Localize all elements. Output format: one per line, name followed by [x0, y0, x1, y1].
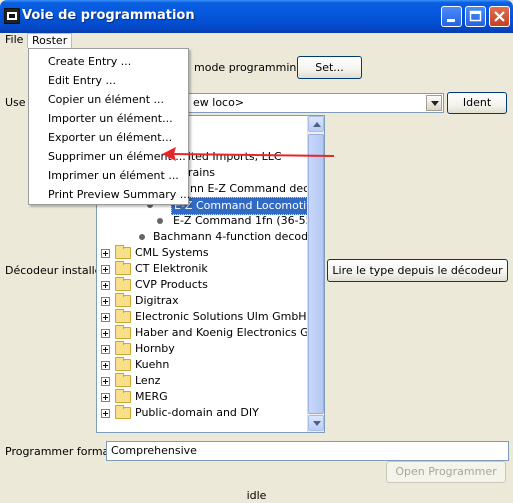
- roster-menu: Create Entry ... Edit Entry ... Copier u…: [28, 48, 190, 205]
- programmer-format-value: Comprehensive: [111, 444, 197, 457]
- folder-icon: [115, 405, 131, 419]
- loco-combo[interactable]: ew loco>: [188, 93, 444, 113]
- menu-item-print-preview-summary[interactable]: Print Preview Summary ...: [29, 185, 190, 204]
- menu-file[interactable]: File: [1, 33, 27, 48]
- folder-icon: [115, 293, 131, 307]
- expand-icon[interactable]: [101, 329, 110, 338]
- menu-item-import-entry[interactable]: Importer un élément...: [29, 109, 188, 128]
- loco-combo-value: ew loco>: [193, 96, 245, 109]
- tree-row-label: CT Elektronik: [135, 262, 208, 275]
- menu-roster[interactable]: Roster: [27, 33, 73, 48]
- tree-row-label: Bachmann 4-function decoders: [153, 230, 325, 243]
- leaf-icon: [139, 234, 145, 240]
- expand-icon[interactable]: [101, 249, 110, 258]
- programmer-format-combo[interactable]: Comprehensive: [106, 441, 509, 461]
- read-decoder-type-button[interactable]: Lire le type depuis le décodeur: [327, 259, 508, 282]
- expand-icon[interactable]: [101, 345, 110, 354]
- minimize-icon: [447, 19, 455, 22]
- minimize-button[interactable]: [441, 6, 462, 27]
- menu-item-copy-entry[interactable]: Copier un élément ...: [29, 90, 188, 109]
- scroll-up-icon[interactable]: [308, 116, 324, 132]
- use-label: Use: [5, 96, 26, 109]
- tree-row-label: Lenz: [135, 374, 161, 387]
- scroll-thumb[interactable]: [308, 134, 324, 414]
- tree-row-label: Hornby: [135, 342, 175, 355]
- maximize-icon: [469, 10, 482, 22]
- expand-icon[interactable]: [101, 297, 110, 306]
- close-button[interactable]: [489, 6, 510, 27]
- app-icon[interactable]: [4, 8, 20, 24]
- tree-row[interactable]: nn E-Z Command decode: [190, 181, 325, 197]
- folder-icon: [115, 277, 131, 291]
- folder-icon: [115, 245, 131, 259]
- menubar: File Roster: [0, 33, 513, 48]
- open-programmer-button[interactable]: Open Programmer: [386, 461, 506, 483]
- folder-icon: [115, 325, 131, 339]
- expand-icon[interactable]: [101, 377, 110, 386]
- tree-row-label: E-Z Command 1fn (36-551): [173, 214, 324, 227]
- folder-icon: [115, 373, 131, 387]
- tree-row-label: Public-domain and DIY: [135, 406, 259, 419]
- title-bar[interactable]: Voie de programmation: [0, 0, 513, 33]
- expand-icon[interactable]: [101, 265, 110, 274]
- menu-item-create-entry[interactable]: Create Entry ...: [29, 52, 188, 71]
- tree-row-label: CVP Products: [135, 278, 208, 291]
- expand-icon[interactable]: [101, 361, 110, 370]
- programming-mode-label: mode programming: [194, 61, 304, 74]
- folder-icon: [115, 261, 131, 275]
- tree-row-label: Electronic Solutions Ulm GmbH: [135, 310, 307, 323]
- tree-row-label: Digitrax: [135, 294, 179, 307]
- status-text: idle: [246, 489, 267, 502]
- maximize-button[interactable]: [465, 6, 486, 27]
- tree-row-label: Kuehn: [135, 358, 170, 371]
- annotation-arrow-icon: [162, 147, 335, 161]
- ident-button[interactable]: Ident: [447, 92, 507, 114]
- programmer-format-label: Programmer format:: [5, 445, 118, 458]
- tree-row-label: Haber and Koenig Electronics GmbH: [135, 326, 325, 339]
- close-icon: [494, 11, 505, 22]
- expand-icon[interactable]: [101, 313, 110, 322]
- scroll-down-icon[interactable]: [308, 415, 324, 431]
- leaf-icon: [157, 218, 163, 224]
- folder-icon: [115, 357, 131, 371]
- expand-icon[interactable]: [101, 281, 110, 290]
- window-title: Voie de programmation: [22, 8, 195, 23]
- chevron-down-icon[interactable]: [426, 95, 442, 111]
- folder-icon: [115, 309, 131, 323]
- tree-row-label: CML Systems: [135, 246, 209, 259]
- menu-item-edit-entry[interactable]: Edit Entry ...: [29, 71, 188, 90]
- expand-icon[interactable]: [101, 393, 110, 402]
- tree-row-label: MERG: [135, 390, 168, 403]
- tree-row-label: nn E-Z Command decode: [190, 182, 325, 195]
- folder-icon: [115, 341, 131, 355]
- set-button[interactable]: Set...: [297, 56, 362, 79]
- folder-icon: [115, 389, 131, 403]
- expand-icon[interactable]: [101, 409, 110, 418]
- decoder-installed-label: Décodeur installé :: [5, 264, 109, 277]
